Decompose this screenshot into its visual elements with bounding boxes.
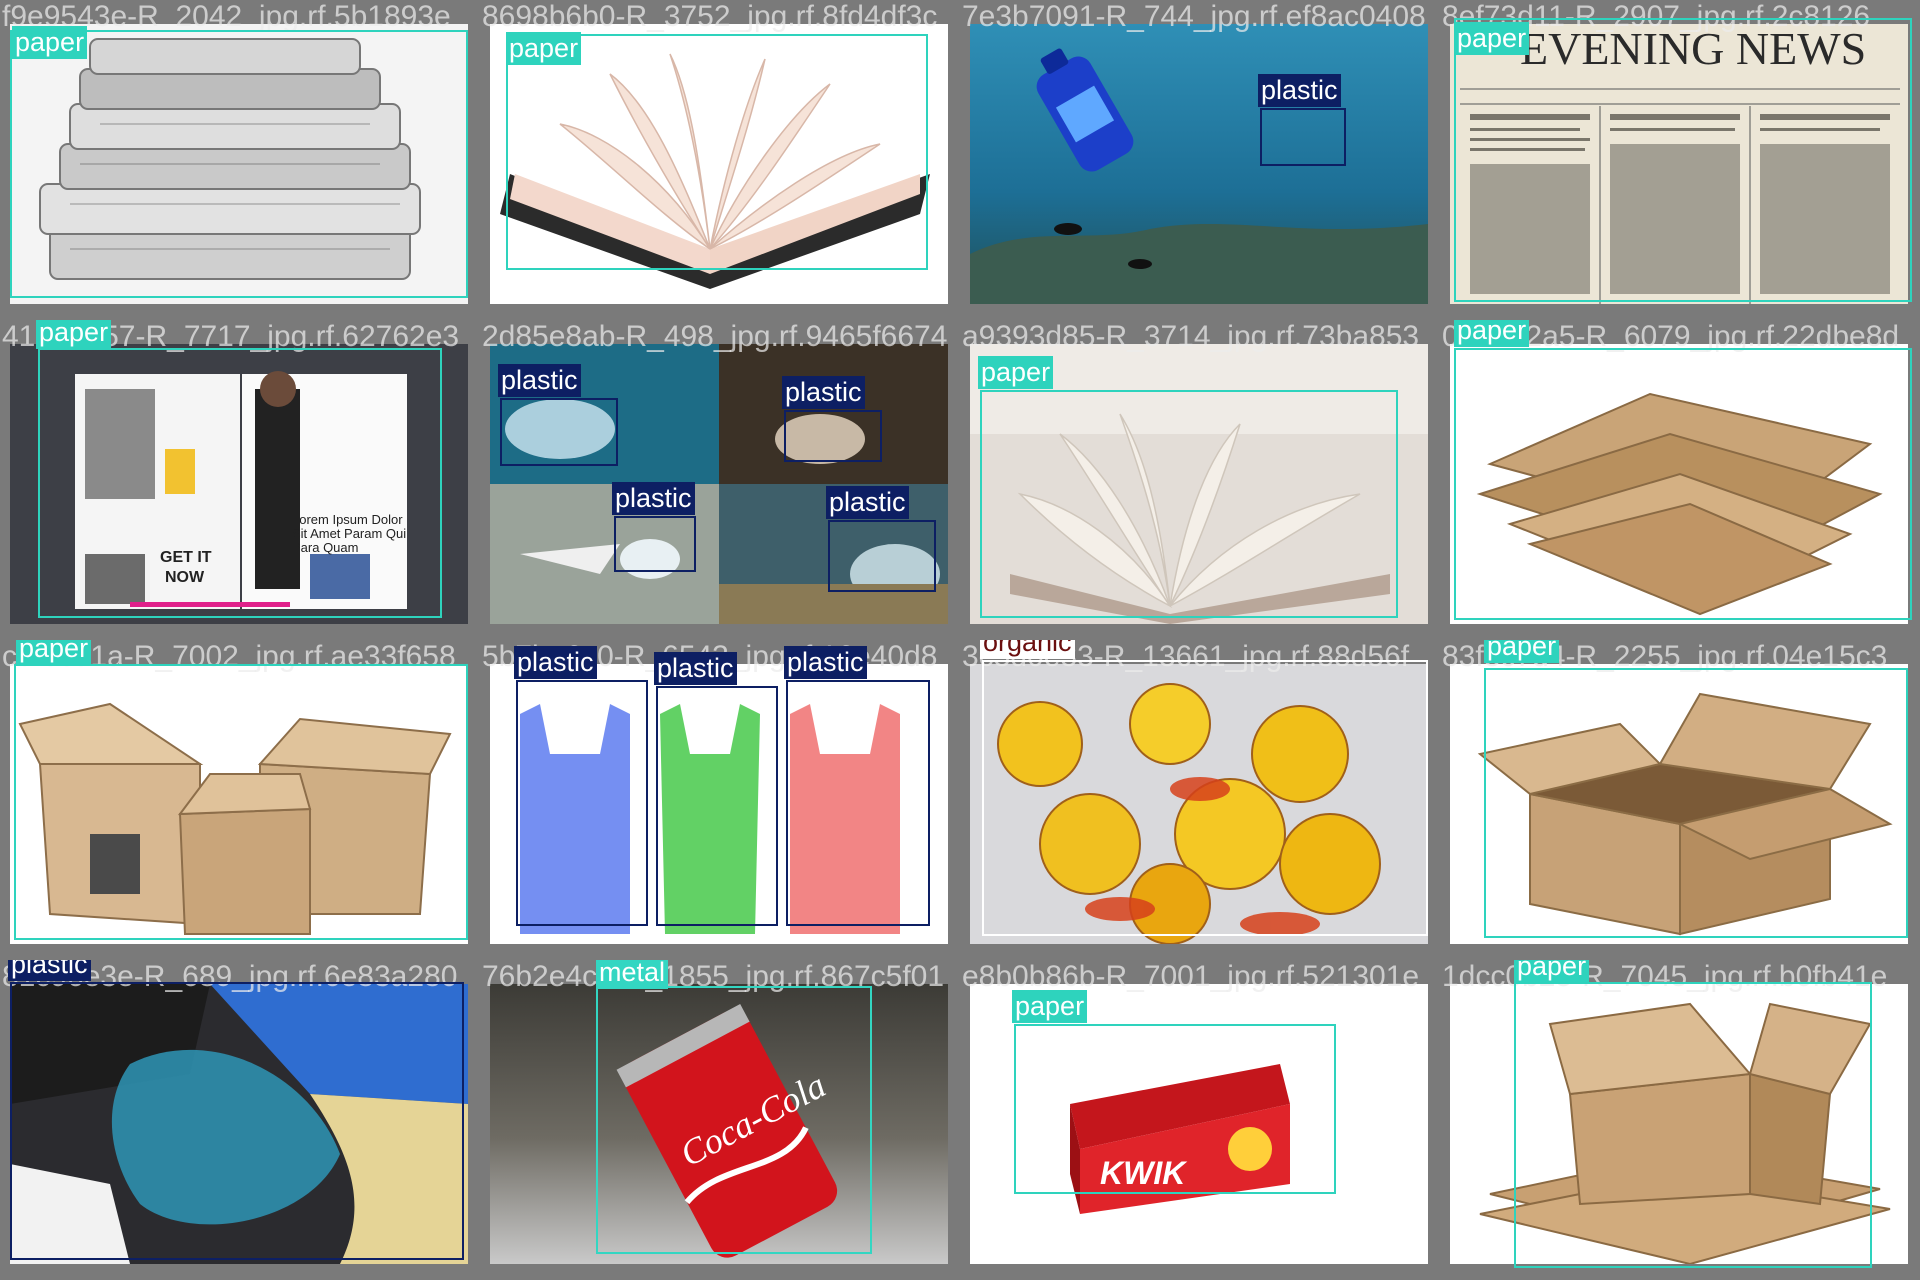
detection-label: plastic [782, 376, 865, 409]
detection-label: plastic [654, 652, 737, 685]
bounding-box-paper [980, 390, 1398, 618]
image-tile: GET IT NOW Lorem Ipsum Dolor Sit Amet Pa… [0, 320, 480, 640]
detection-label: organic [980, 640, 1075, 659]
bounding-box-paper [506, 34, 928, 270]
detection-label: paper [16, 640, 92, 665]
bounding-box-plastic [784, 410, 882, 462]
image-tile: 1dcc0b25-R_7045_jpg.rf.b0fb41e paper [1440, 960, 1920, 1280]
bounding-box-plastic [1260, 108, 1346, 166]
bounding-box-plastic [516, 680, 648, 926]
bounding-box-paper [14, 664, 468, 940]
detection-label: plastic [612, 482, 695, 515]
image-tile: 5b7be6c0-R_6543_jpg.rf.16e40d8 plastic p… [480, 640, 960, 960]
image-tile: 83f8c7d4-R_2255_jpg.rf.04e15c3 paper [1440, 640, 1920, 960]
bounding-box-plastic [614, 516, 696, 572]
bounding-box-paper [1454, 18, 1912, 302]
detection-label: plastic [498, 364, 581, 397]
bounding-box-plastic [500, 398, 618, 466]
image-tile: KWIK e8b0b86b-R_7001_jpg.rf.521301e pape… [960, 960, 1440, 1280]
image-tile: 8698b6b0-R_3752_jpg.rf.8fd4df3c paper [480, 0, 960, 320]
bounding-box-organic [982, 660, 1428, 936]
bounding-box-paper [1454, 348, 1912, 620]
detection-label: paper [1454, 320, 1530, 347]
detection-label: plastic [826, 486, 909, 519]
image-tile: 2d85e8ab-R_498_jpg.rf.9465f6674 plastic … [480, 320, 960, 640]
image-tile: c9fecd1a-R_7002_jpg.rf.ae33f658 paper [0, 640, 480, 960]
detection-label: paper [1514, 960, 1590, 983]
bounding-box-metal [596, 986, 872, 1254]
image-tile: a9393d85-R_3714_jpg.rf.73ba853 paper [960, 320, 1440, 640]
detection-label: paper [12, 26, 88, 59]
bounding-box-plastic [828, 520, 936, 592]
detection-label: paper [506, 32, 582, 65]
detection-label: plastic [514, 646, 597, 679]
underwater-bottle-photo [970, 24, 1428, 304]
detection-label: plastic [784, 646, 867, 679]
detection-label: paper [1484, 640, 1560, 663]
image-tile: 3c3d0e33-R_13661_jpg.rf.88d56f organic [960, 640, 1440, 960]
image-tile: 81c96e3e-R_689_jpg.rf.6e83a280 plastic [0, 960, 480, 1280]
bounding-box-paper [1484, 668, 1908, 938]
detection-results-grid: f9e9543e-R_2042_jpg.rf.5b1893e paper 869… [0, 0, 1920, 1280]
detection-label: paper [978, 356, 1054, 389]
bounding-box-paper [1514, 982, 1872, 1268]
bounding-box-plastic [786, 680, 930, 926]
image-tile: 0b5822a5-R_6079_jpg.rf.22dbe8d paper [1440, 320, 1920, 640]
bounding-box-paper [1014, 1024, 1336, 1194]
bounding-box-paper [38, 348, 442, 618]
image-tile: 7e3b7091-R_744_jpg.rf.ef8ac0408 plastic [960, 0, 1440, 320]
detection-label: paper [36, 320, 112, 349]
bounding-box-paper [10, 30, 468, 298]
detection-label: metal [596, 960, 669, 989]
detection-label: paper [1454, 22, 1530, 55]
image-tile: EVENING NEWS 8ef73d11-R_2907_jpg.rf.2c81… [1440, 0, 1920, 320]
detection-label: paper [1012, 990, 1088, 1023]
detection-label: plastic [1258, 74, 1341, 107]
image-tile: f9e9543e-R_2042_jpg.rf.5b1893e paper [0, 0, 480, 320]
bounding-box-plastic [656, 686, 778, 926]
detection-label: plastic [8, 960, 91, 981]
bounding-box-plastic [10, 982, 464, 1260]
image-tile: Coca-Cola 76b2e4cd-R_1855_jpg.rf.867c5f0… [480, 960, 960, 1280]
